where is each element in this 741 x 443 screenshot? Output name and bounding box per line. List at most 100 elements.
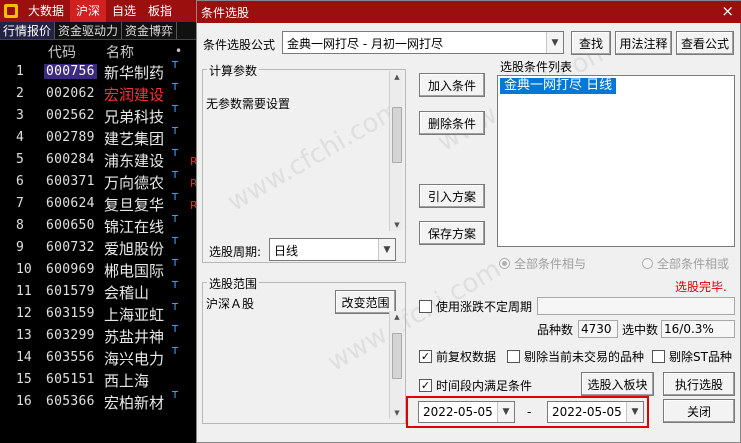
checkbox-time-range-label: 时间段内满足条件	[436, 379, 533, 393]
calc-params-text: 无参数需要设置	[206, 97, 291, 111]
stock-row-index: 4	[16, 130, 24, 145]
uncertain-period-field[interactable]	[537, 297, 735, 315]
checkbox-exclude-st[interactable]: 剔除ST品种	[652, 348, 732, 365]
stock-row-name: 郴电国际	[104, 262, 165, 280]
tab-fund-game[interactable]: 资金博弈	[122, 22, 178, 39]
stock-screen-dialog: 条件选股 × www.cfchi.com www.cfchi.com www.c…	[196, 0, 741, 443]
stock-row-tag: T	[172, 236, 179, 247]
scroll-thumb[interactable]	[392, 333, 402, 379]
column-header-code[interactable]: 代码	[48, 42, 76, 62]
stock-row[interactable]: 4 002789 建艺集团 T	[0, 126, 200, 150]
stock-row-index: 13	[16, 328, 32, 343]
stock-row-index: 10	[16, 262, 32, 277]
add-to-block-button[interactable]: 选股入板块	[581, 372, 654, 396]
tab-fund-drive[interactable]: 资金驱动力	[55, 22, 123, 39]
stock-row[interactable]: 5 600284 浦东建设 T R	[0, 148, 200, 172]
scroll-down-icon[interactable]: ▼	[390, 219, 404, 231]
stock-row-name: 宏润建设	[104, 86, 165, 104]
tab-quotes[interactable]: 行情报价	[0, 22, 56, 39]
calc-params-scrollbar[interactable]: ▲ ▼	[389, 71, 403, 231]
stock-row[interactable]: 10 600969 郴电国际 T	[0, 258, 200, 282]
radio-dot-icon	[642, 258, 653, 269]
stock-row[interactable]: 1 000756 新华制药 T	[0, 60, 200, 84]
add-condition-button[interactable]: 加入条件	[419, 73, 485, 97]
radio-all-or-label: 全部条件相或	[657, 257, 730, 271]
stock-row[interactable]: 3 002562 兄弟科技 T	[0, 104, 200, 128]
stock-row-index: 3	[16, 108, 24, 123]
menu-watchlist[interactable]: 自选	[106, 0, 142, 22]
stock-row-code: 000756	[44, 64, 97, 79]
checkbox-exclude-untraded[interactable]: 剔除当前未交易的品种	[507, 348, 644, 365]
selected-count-label: 选中数	[622, 323, 659, 337]
stock-row-index: 15	[16, 372, 32, 387]
scroll-down-icon[interactable]: ▼	[390, 407, 404, 419]
stock-row-index: 5	[16, 152, 24, 167]
save-scheme-button[interactable]: 保存方案	[419, 221, 485, 245]
status-text: 选股完毕.	[675, 280, 727, 294]
close-icon[interactable]: ×	[721, 2, 734, 20]
stock-row-code: 603299	[46, 328, 95, 343]
checkbox-uncertain-period[interactable]: 使用涨跌不定周期	[419, 298, 532, 315]
condition-listbox[interactable]: 金典一网打尽 日线	[497, 75, 735, 247]
stock-row-index: 16	[16, 394, 32, 409]
stock-row-tag: T	[172, 390, 179, 401]
chevron-down-icon[interactable]: ▼	[546, 32, 563, 53]
stock-row-name: 建艺集团	[104, 130, 165, 148]
stock-row-code: 600650	[46, 218, 95, 233]
radio-dot-icon	[499, 258, 510, 269]
checkbox-forward-adjusted[interactable]: ✓ 前复权数据	[419, 348, 496, 365]
stock-row[interactable]: 6 600371 万向德农 T R	[0, 170, 200, 194]
stock-row[interactable]: 12 603159 上海亚虹 T	[0, 302, 200, 326]
change-range-button[interactable]: 改变范围	[335, 290, 396, 314]
view-formula-button[interactable]: 查看公式	[676, 31, 734, 55]
formula-select[interactable]: 金典一网打尽 - 月初一网打尽 ▼	[282, 31, 564, 54]
stock-row-code: 605151	[46, 372, 95, 387]
condition-list-label: 选股条件列表	[500, 60, 573, 74]
stock-row[interactable]: 11 601579 会稽山 T	[0, 280, 200, 304]
stock-row-name: 新华制药	[104, 64, 165, 82]
import-scheme-button[interactable]: 引入方案	[419, 184, 485, 208]
scroll-up-icon[interactable]: ▲	[390, 71, 404, 83]
column-header-name[interactable]: 名称	[106, 42, 134, 62]
period-label: 选股周期:	[209, 245, 262, 259]
radio-all-or[interactable]: 全部条件相或	[642, 255, 729, 272]
stock-row-name: 锦江在线	[104, 218, 165, 236]
stock-row[interactable]: 15 605151 西上海	[0, 370, 200, 392]
checkbox-time-range[interactable]: ✓ 时间段内满足条件	[419, 377, 532, 394]
stock-row[interactable]: 9 600732 爱旭股份 T	[0, 236, 200, 260]
menu-big-data[interactable]: 大数据	[22, 0, 70, 22]
execute-screen-button[interactable]: 执行选股	[663, 372, 735, 396]
stock-row-code: 600969	[46, 262, 95, 277]
stock-row[interactable]: 16 605366 宏柏新材 T	[0, 390, 200, 414]
menu-shanghai-shenzhen[interactable]: 沪深	[70, 0, 107, 22]
stock-row-name: 上海亚虹	[104, 306, 165, 324]
radio-all-and-label: 全部条件相与	[514, 257, 587, 271]
chevron-down-icon[interactable]: ▼	[378, 239, 395, 260]
period-select[interactable]: 日线 ▼	[269, 238, 396, 261]
stock-row[interactable]: 8 600650 锦江在线 T	[0, 214, 200, 238]
stock-row[interactable]: 2 002062 宏润建设 T	[0, 82, 200, 106]
delete-condition-button[interactable]: 删除条件	[419, 111, 485, 135]
usage-notes-button[interactable]: 用法注释	[615, 31, 672, 55]
formula-label: 条件选股公式	[203, 38, 276, 52]
close-button[interactable]: 关闭	[663, 399, 735, 423]
stock-row[interactable]: 13 603299 苏盐井神 T	[0, 324, 200, 348]
stock-row-code: 601579	[46, 284, 95, 299]
stock-row[interactable]: 14 603556 海兴电力 T	[0, 346, 200, 370]
range-value: 沪深Ａ股	[206, 297, 255, 311]
condition-list-item[interactable]: 金典一网打尽 日线	[500, 78, 617, 94]
menu-index[interactable]: 板指	[142, 0, 178, 22]
scroll-thumb[interactable]	[392, 107, 402, 163]
column-header-dot: •	[175, 44, 183, 58]
scroll-up-icon[interactable]: ▲	[390, 311, 404, 323]
stock-row-code: 600371	[46, 174, 95, 189]
find-button[interactable]: 查找	[571, 31, 611, 55]
stock-row-tag: T	[172, 148, 179, 159]
stock-row-code: 002562	[46, 108, 95, 123]
dialog-title-bar[interactable]: 条件选股 ×	[197, 1, 741, 23]
stock-row-code: 002062	[46, 86, 95, 101]
radio-all-and[interactable]: 全部条件相与	[499, 255, 586, 272]
range-scrollbar[interactable]: ▲ ▼	[389, 311, 403, 419]
stock-row[interactable]: 7 600624 复旦复华 T R	[0, 192, 200, 216]
stock-row-index: 7	[16, 196, 24, 211]
